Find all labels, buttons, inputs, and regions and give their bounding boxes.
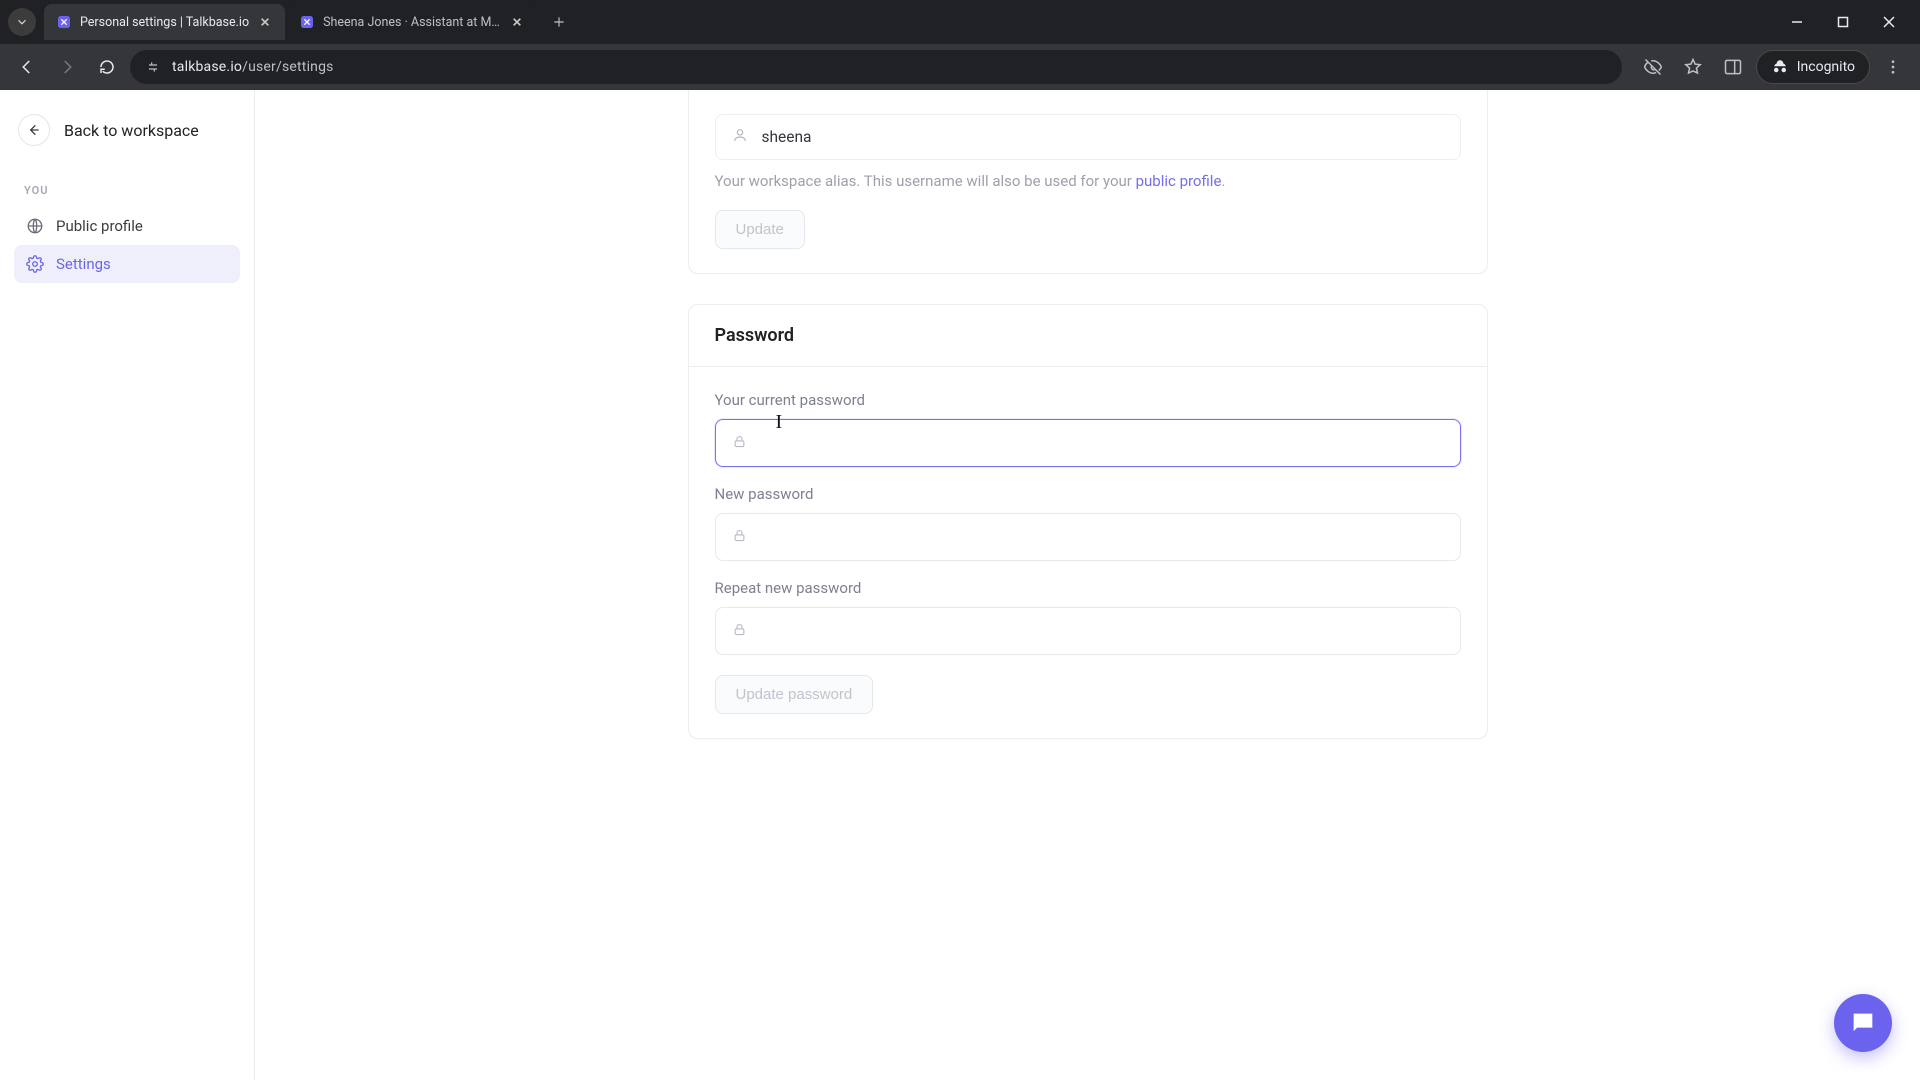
update-password-button[interactable]: Update password (715, 675, 874, 714)
url-input[interactable]: talkbase.io/user/settings (130, 50, 1622, 84)
reload-icon (98, 58, 116, 76)
incognito-label: Incognito (1797, 59, 1855, 75)
sidebar: Back to workspace YOU Public profile Set… (0, 90, 255, 1080)
sidebar-item-label: Settings (56, 255, 111, 273)
tab-search-dropdown[interactable] (8, 8, 36, 36)
back-label: Back to workspace (64, 121, 199, 140)
gear-icon (26, 255, 44, 273)
new-password-input-wrapper[interactable] (715, 513, 1461, 561)
settings-container: sheena Your workspace alias. This userna… (688, 90, 1488, 1040)
back-to-workspace[interactable]: Back to workspace (14, 108, 240, 166)
arrow-left-icon (18, 58, 36, 76)
nav-reload-button[interactable] (90, 50, 124, 84)
close-icon (512, 17, 522, 27)
window-close-button[interactable] (1866, 4, 1912, 40)
sidebar-item-label: Public profile (56, 217, 143, 235)
chat-icon (1849, 1009, 1877, 1037)
sidebar-item-public-profile[interactable]: Public profile (14, 207, 240, 245)
current-password-input-wrapper[interactable]: I (715, 419, 1461, 467)
kebab-icon (1884, 58, 1902, 76)
window-maximize-button[interactable] (1820, 4, 1866, 40)
incognito-indicator[interactable]: Incognito (1756, 50, 1870, 84)
window-controls (1774, 4, 1912, 40)
arrow-right-icon (58, 58, 76, 76)
page: Back to workspace YOU Public profile Set… (0, 90, 1920, 1080)
favicon-icon (56, 14, 72, 30)
eye-off-icon (1643, 57, 1663, 77)
username-helper: Your workspace alias. This username will… (715, 172, 1461, 190)
lock-icon (732, 434, 747, 453)
bookmark-button[interactable] (1676, 50, 1710, 84)
tab-bar: Personal settings | Talkbase.io Sheena J… (0, 0, 1920, 44)
chat-fab[interactable] (1834, 994, 1892, 1052)
browser-tab-active[interactable]: Personal settings | Talkbase.io (44, 4, 285, 40)
new-tab-button[interactable] (545, 8, 573, 36)
close-icon (260, 17, 270, 27)
repeat-password-input-wrapper[interactable] (715, 607, 1461, 655)
repeat-password-input[interactable] (761, 623, 1444, 640)
nav-back-button[interactable] (10, 50, 44, 84)
user-icon (732, 127, 748, 147)
back-circle[interactable] (18, 114, 50, 146)
browser-tab[interactable]: Sheena Jones · Assistant at Mo… (287, 4, 537, 40)
username-value: sheena (762, 128, 812, 146)
toolbar-right: Incognito (1636, 50, 1910, 84)
maximize-icon (1837, 16, 1849, 28)
update-username-button[interactable]: Update (715, 210, 805, 249)
tab-title: Personal settings | Talkbase.io (80, 15, 249, 30)
username-card: sheena Your workspace alias. This userna… (688, 90, 1488, 274)
eye-off-button[interactable] (1636, 50, 1670, 84)
password-header: Password (689, 305, 1487, 367)
arrow-left-icon (26, 122, 42, 138)
lock-icon (732, 622, 747, 641)
incognito-icon (1771, 58, 1789, 76)
window-minimize-button[interactable] (1774, 4, 1820, 40)
site-settings-icon[interactable] (144, 58, 162, 76)
favicon-icon (299, 14, 315, 30)
current-password-input[interactable] (761, 435, 1444, 452)
current-password-label: Your current password (715, 391, 1461, 409)
new-password-label: New password (715, 485, 1461, 503)
panel-icon (1723, 57, 1743, 77)
tab-title: Sheena Jones · Assistant at Mo… (323, 15, 501, 30)
globe-icon (26, 217, 44, 235)
password-card: Password Your current password I New pas… (688, 304, 1488, 739)
new-password-input[interactable] (761, 529, 1444, 546)
tab-close-button[interactable] (509, 14, 525, 30)
url-text: talkbase.io/user/settings (172, 59, 334, 75)
lock-icon (732, 528, 747, 547)
nav-forward-button[interactable] (50, 50, 84, 84)
password-title: Password (715, 325, 1461, 346)
text-cursor-icon: I (776, 411, 783, 434)
chevron-down-icon (15, 15, 29, 29)
public-profile-link[interactable]: public profile (1136, 172, 1222, 190)
browser-menu-button[interactable] (1876, 50, 1910, 84)
side-panel-button[interactable] (1716, 50, 1750, 84)
sidebar-item-settings[interactable]: Settings (14, 245, 240, 283)
address-bar: talkbase.io/user/settings Incognito (0, 44, 1920, 90)
content: sheena Your workspace alias. This userna… (255, 90, 1920, 1080)
plus-icon (552, 15, 566, 29)
close-icon (1883, 16, 1895, 28)
sidebar-heading: YOU (14, 166, 240, 207)
browser-chrome: Personal settings | Talkbase.io Sheena J… (0, 0, 1920, 90)
repeat-password-label: Repeat new password (715, 579, 1461, 597)
star-icon (1683, 57, 1703, 77)
username-field[interactable]: sheena (715, 114, 1461, 160)
minimize-icon (1791, 16, 1803, 28)
tab-close-button[interactable] (257, 14, 273, 30)
